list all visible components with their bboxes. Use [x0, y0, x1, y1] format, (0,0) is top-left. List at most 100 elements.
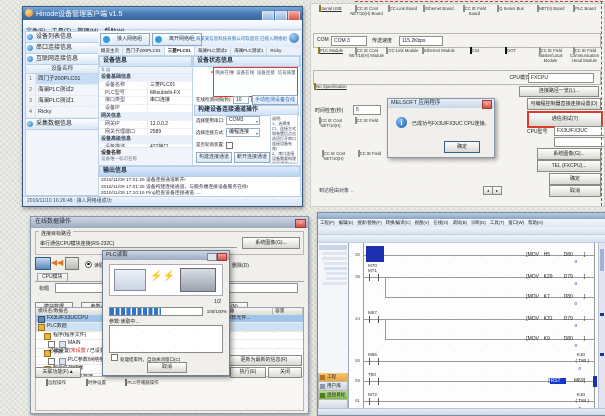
prop-group[interactable]: 网关信息 — [99, 113, 192, 121]
c24-item[interactable]: C24 — [457, 49, 492, 54]
no-contact[interactable] — [369, 274, 379, 281]
time-check-field[interactable]: 5 — [353, 105, 381, 115]
minimize-icon[interactable] — [207, 253, 217, 261]
speed-field[interactable]: 115.2Kbps — [399, 36, 443, 46]
table-row[interactable]: 1西门子200PLC01 — [26, 74, 98, 85]
serial-usb-item[interactable]: Serial USB — [313, 7, 348, 12]
progress-titlebar[interactable]: PLC读取 — [103, 251, 229, 260]
prop-group[interactable]: 设备高级信息 — [99, 136, 192, 144]
gxworks-toolbar-row1[interactable] — [318, 227, 605, 235]
gxworks-menubar[interactable]: 工程(P)编辑(E)搜索/替换(F)转换/编译(C)视图(V)在线(O)调试(B… — [318, 219, 605, 227]
prop-row[interactable]: 设备名称三菱PLC01 — [99, 82, 192, 90]
no-specification-item[interactable]: No Specification — [313, 85, 348, 90]
ethernet-board-item[interactable]: Ethernet Board — [421, 7, 456, 12]
mov-instruction[interactable]: MOVH5D80 — [526, 252, 585, 258]
timer-coil[interactable]: ( T80 ) — [575, 358, 589, 363]
poll-checkbox[interactable] — [226, 142, 233, 149]
ccie-cont-module-item[interactable]: CC IE Cont NET/10(H) Module — [349, 49, 384, 59]
row-checkbox[interactable] — [48, 358, 55, 365]
join-network-button[interactable]: 接入网络组 — [100, 33, 150, 46]
remote-operation-item[interactable]: 远程操作 — [36, 380, 76, 410]
sidebar-item-internet[interactable]: 互联网连接信息 — [26, 54, 98, 65]
port-combobox[interactable]: COM3▾ — [226, 116, 260, 125]
ccie-cont-board-item[interactable]: CC IE Cont NET/10(H) Board — [349, 7, 384, 17]
hinode-menubar[interactable]: 文件(F)工具(T)管理(M)帮助(H) — [23, 20, 302, 30]
tel-button[interactable]: TEL (FXCPU)... — [537, 160, 601, 172]
ccie-field-head-item[interactable]: CC IE Field Communication Head Module — [567, 49, 602, 63]
manual-check-button[interactable]: 手动检测设备在线 — [252, 95, 298, 105]
nav-bar-project[interactable]: 工程 — [318, 373, 348, 382]
route-item[interactable]: CC IE Field — [349, 119, 384, 124]
com-field[interactable]: COM 3 — [331, 36, 367, 46]
refresh-button[interactable]: 更新为最新的信息(R) — [226, 355, 302, 366]
cclink-board-item[interactable]: CC-Link Board — [385, 7, 420, 12]
messagebox-ok-button[interactable]: 确定 — [444, 141, 480, 153]
table-row[interactable]: 2海澜PLC测试2 — [26, 85, 98, 96]
tab-device-5[interactable]: Ricky — [267, 47, 284, 55]
related-functions-button[interactable]: 关联功能(F)▲ — [35, 367, 81, 378]
sidebar-item-device-list[interactable]: 设备列表信息 — [26, 32, 98, 43]
tab-overview[interactable]: 概览主页 — [98, 47, 123, 55]
project-tree[interactable] — [318, 243, 348, 357]
mode-combobox[interactable]: 编程连接▾ — [226, 128, 260, 137]
cpu-mode-field[interactable]: FXCPU — [528, 73, 594, 83]
propertygrid-sort-bar[interactable]: ⇅ ▤ — [99, 67, 192, 74]
user-avatar-icon[interactable] — [289, 33, 299, 43]
close-icon[interactable]: × — [295, 219, 306, 228]
no-contact[interactable] — [369, 358, 379, 365]
net2-board-item[interactable]: NET(II) Board — [533, 7, 568, 12]
clock-setting-item[interactable]: 时钟设置 — [76, 380, 116, 410]
tab-device-2-active[interactable]: 三菱PLC01 — [165, 47, 195, 55]
progress-listbox[interactable] — [109, 325, 223, 353]
ethernet-module-item[interactable]: Ethernet Module — [421, 49, 456, 54]
plc-module-item[interactable]: PLC Module — [313, 49, 348, 54]
tab-device-4[interactable]: 海澜PLC测试1 — [231, 47, 267, 55]
vertical-scrollbar[interactable] — [598, 243, 605, 409]
mov-instruction[interactable]: MOVK31D79 — [526, 316, 585, 322]
system-image-button[interactable]: 系统图像(G)... — [242, 237, 300, 249]
plc-memory-item[interactable]: PLC存储器操作 — [116, 380, 168, 410]
got-item[interactable]: GOT — [493, 49, 528, 54]
route-list-button[interactable]: 连接路径一览(L)... — [519, 86, 599, 97]
online-data-titlebar[interactable]: 在线数据操作× — [31, 217, 308, 228]
execute-button[interactable]: 执行(E) — [230, 367, 266, 378]
ccie-field-board-item[interactable]: CC IE Field Board — [457, 7, 492, 17]
messagebox-title[interactable]: MELSOFT 应用程序× — [388, 99, 494, 108]
no-contact[interactable] — [369, 316, 379, 323]
route-item[interactable]: CC IE Cont NET/10(H) — [313, 119, 348, 129]
sidebar-item-serial[interactable]: 串口连接信息 — [26, 43, 98, 54]
hinode-titlebar[interactable]: Hinode设备管理客户端 v1.5 — [23, 7, 302, 20]
close-icon[interactable] — [217, 253, 227, 261]
scroll-right-icon[interactable]: ▸ — [492, 186, 502, 195]
tab-device-3[interactable]: 海澜PLC测试2 — [195, 47, 231, 55]
prop-row[interactable]: 网关IP12.0.0.2 — [99, 121, 192, 129]
mov-instruction[interactable]: MOVK9D80 — [526, 336, 585, 342]
timer-coil[interactable]: ( T84 ) — [575, 398, 589, 403]
prop-group[interactable]: 设备基础信息 — [99, 74, 192, 82]
plc-board-item[interactable]: PLC Board — [567, 7, 602, 12]
cancel-button[interactable]: 取消 — [549, 185, 601, 197]
tab-cpu-module[interactable]: CPU模块 — [37, 273, 68, 281]
scrollbar-thumb[interactable] — [600, 249, 604, 271]
interval-input[interactable]: 10 — [233, 96, 249, 104]
table-row[interactable]: 4Ricky — [26, 107, 98, 118]
qseries-bus-item[interactable]: Q Series Bus — [493, 7, 528, 12]
cclink-module-item[interactable]: CC-Link Module — [385, 49, 420, 54]
close-icon[interactable]: × — [482, 100, 492, 109]
route-item[interactable]: CC IE Cont NET/10(H) — [316, 152, 351, 162]
no-contact[interactable] — [369, 398, 379, 405]
sidebar-item-collect-data[interactable]: 采集数据信息 — [26, 118, 98, 130]
system-image-button[interactable]: 系统图像(G)... — [537, 148, 601, 160]
ok-button[interactable]: 确定 — [549, 173, 601, 185]
close-button[interactable]: 关闭 — [268, 367, 302, 378]
direct-connection-button[interactable]: 可编程控制器直接连接设置(D) — [527, 98, 601, 110]
mov-instruction[interactable]: MOVK7D80 — [526, 294, 585, 300]
build-channel-button[interactable]: 构建连接通道 — [196, 152, 232, 163]
route-item[interactable]: CC IE Field — [352, 152, 387, 157]
break-channel-button[interactable]: 断开连接通道 — [234, 152, 270, 163]
rst-instruction[interactable]: RSTM69 — [548, 378, 585, 384]
ladder-editor[interactable]: 30 M70 MOVH5D80 0 38 M71 MOVK29D79 0 MOV… — [349, 243, 599, 409]
prop-row[interactable]: 设备IP — [99, 105, 192, 113]
tab-device-1[interactable]: 西门子200PLC01 — [123, 47, 165, 55]
nav-bar-user-library[interactable]: 用户库 — [318, 382, 348, 391]
